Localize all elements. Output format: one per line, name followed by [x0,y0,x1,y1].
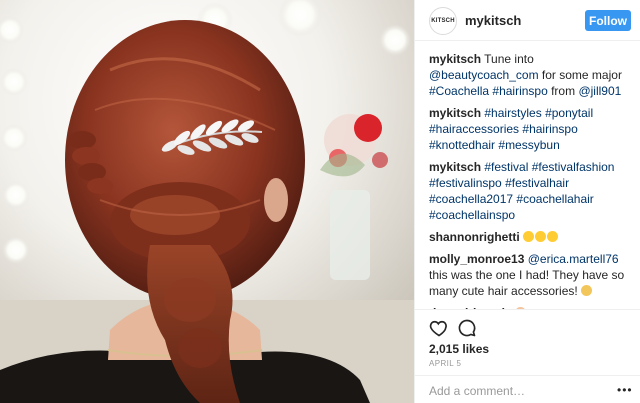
comment-username[interactable]: mykitsch [429,160,481,174]
hashtag-link[interactable]: #messybun [498,138,559,152]
comment-item: mykitsch #festival #festivalfashion #fes… [429,159,631,223]
sunglasses-face-emoji [535,231,547,242]
comment-item: mykitsch #hairstyles #ponytail #hairacce… [429,105,631,153]
follow-button[interactable]: Follow [585,10,631,31]
mention-link[interactable]: @erica.martell76 [528,252,619,266]
comment-item: molly_monroe13 @erica.martell76 this was… [429,251,631,299]
comment-item: shannonrighetti [429,229,631,245]
post-actions: 2,015 likes APRIL 5 ••• [415,309,640,403]
hashtag-link[interactable]: #festivalinspo [429,176,502,190]
hashtag-link[interactable]: #festivalfashion [532,160,615,174]
post-photo[interactable] [0,0,414,403]
comment-text: this was the one I had! They have so man… [429,268,625,298]
header-username[interactable]: mykitsch [465,13,521,28]
likes-count[interactable]: 2,015 likes [429,342,489,356]
hashtag-link[interactable]: #ponytail [545,106,593,120]
hair-salon-emoji [581,285,593,296]
comment-username[interactable]: mykitsch [429,106,481,120]
hashtag-link[interactable]: #coachella2017 [429,192,513,206]
hashtag-link[interactable]: #hairaccessories [429,122,519,136]
grinning-face-emoji [523,231,535,242]
add-comment-bar: ••• [415,375,640,403]
comment-text: Tune into [484,52,534,66]
comment-text: from [547,84,579,98]
comment-username[interactable]: mykitsch [429,52,481,66]
speech-bubble-icon[interactable] [457,318,477,338]
mention-link[interactable]: @jill901 [578,84,621,98]
post-date[interactable]: APRIL 5 [429,359,461,368]
hashtag-link[interactable]: #festival [484,160,528,174]
more-options-icon[interactable]: ••• [617,384,633,396]
hashtag-link[interactable]: #festivalhair [505,176,569,190]
hashtag-link[interactable]: #coachellainspo [429,208,515,222]
hashtag-link[interactable]: #coachellahair [516,192,593,206]
post-header: KITSCH mykitsch Follow [415,0,640,41]
avatar[interactable]: KITSCH [429,7,457,35]
add-comment-input[interactable] [429,383,609,399]
comment-username[interactable]: shannonrighetti [429,230,520,244]
hashtag-link[interactable]: #hairstyles [484,106,541,120]
comment-username[interactable]: molly_monroe13 [429,252,524,266]
hashtag-link[interactable]: #hairinspo [492,84,547,98]
hashtag-link[interactable]: #hairinspo [522,122,577,136]
hashtag-link[interactable]: #Coachella [429,84,489,98]
post-side-panel: KITSCH mykitsch Follow mykitsch Tune int… [414,0,640,403]
mention-link[interactable]: @beautycoach_com [429,68,539,82]
comment-item: mykitsch Tune into @beautycoach_com for … [429,51,631,99]
heart-icon[interactable] [429,318,449,338]
comments-list[interactable]: mykitsch Tune into @beautycoach_com for … [429,51,631,309]
comment-text: for some major [538,68,622,82]
grinning-face-emoji [547,231,559,242]
hashtag-link[interactable]: #knottedhair [429,138,495,152]
